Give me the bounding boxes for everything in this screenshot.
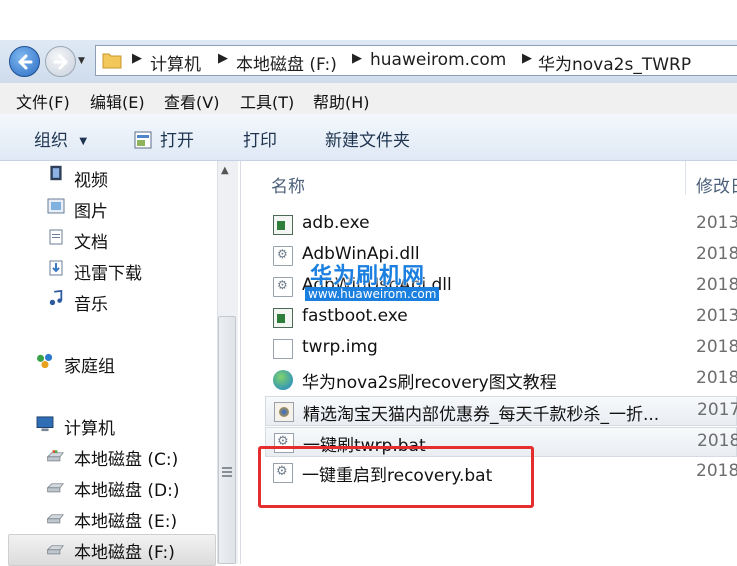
nav-item-drive-d[interactable]: 本地磁盘 (D:)	[74, 476, 180, 501]
file-date: 2018	[696, 368, 737, 388]
nav-item-computer[interactable]: 计算机	[64, 414, 115, 439]
img-file-icon	[273, 339, 293, 359]
chevron-down-icon: ▼	[79, 135, 88, 147]
download-library-icon	[49, 260, 63, 276]
menu-view[interactable]: 查看(V)	[164, 89, 219, 113]
file-date: 2018	[696, 275, 737, 295]
file-row[interactable]: twrp.img 2018	[265, 334, 737, 364]
file-name: 华为nova2s刷recovery图文教程	[302, 373, 557, 393]
system-drive-icon	[46, 450, 64, 462]
back-arrow-icon	[18, 54, 32, 69]
video-library-icon	[50, 165, 62, 181]
menu-edit[interactable]: 编辑(E)	[90, 89, 145, 113]
nav-item-drive-f[interactable]: 本地磁盘 (F:)	[74, 538, 175, 563]
open-icon	[134, 131, 152, 149]
file-date: 2013	[696, 306, 737, 326]
drive-icon	[46, 514, 64, 524]
recent-pages-dropdown-icon[interactable]: ▼	[78, 56, 88, 66]
scroll-up-icon[interactable]: ▲	[221, 165, 229, 176]
nav-item-pictures[interactable]: 图片	[74, 197, 108, 222]
breadcrumb-drive-f[interactable]: 本地磁盘 (F:)	[236, 50, 337, 75]
dll-icon	[273, 246, 293, 266]
highlight-annotation-box	[258, 446, 534, 508]
open-label: 打开	[160, 131, 194, 151]
file-row[interactable]: fastboot.exe 2013	[265, 303, 737, 333]
nav-item-xunlei-downloads[interactable]: 迅雷下载	[74, 259, 142, 284]
file-name: twrp.img	[302, 337, 378, 357]
dll-icon	[273, 277, 293, 297]
url-shortcut-icon	[274, 402, 294, 422]
file-date: 2017	[697, 400, 737, 420]
watermark-url: www.huaweirom.com	[305, 287, 440, 301]
music-library-icon	[49, 290, 63, 306]
menu-bar: 文件(F) 编辑(E) 查看(V) 工具(T) 帮助(H)	[0, 83, 737, 114]
menu-help[interactable]: 帮助(H)	[313, 89, 370, 113]
forward-arrow-icon	[53, 54, 67, 69]
command-bar: 组织 ▼ 打开 打印 新建文件夹	[0, 114, 737, 161]
nav-item-drive-e[interactable]: 本地磁盘 (E:)	[74, 507, 177, 532]
breadcrumb-huaweirom[interactable]: huaweirom.com	[370, 50, 506, 70]
drive-icon	[46, 483, 64, 493]
file-date: 2018	[697, 431, 737, 451]
file-date: 2018	[696, 461, 737, 481]
file-row-hover[interactable]: 精选淘宝天猫内部优惠券_每天千款秒杀_一折... 2017	[265, 396, 737, 426]
breadcrumb-current-folder[interactable]: 华为nova2s_TWRP	[538, 50, 691, 75]
breadcrumb-computer[interactable]: 计算机	[150, 50, 201, 75]
exe-icon	[273, 308, 293, 328]
breadcrumb-separator-icon[interactable]: ▶	[218, 51, 228, 66]
column-divider[interactable]	[685, 161, 686, 195]
nav-item-documents[interactable]: 文档	[74, 228, 108, 253]
watermark-title: 华为刷机网	[310, 264, 426, 289]
column-header-name[interactable]: 名称	[271, 172, 305, 197]
new-folder-button[interactable]: 新建文件夹	[325, 126, 410, 151]
breadcrumb-separator-icon[interactable]: ▶	[132, 51, 142, 66]
breadcrumb-separator-icon[interactable]: ▶	[522, 51, 532, 66]
breadcrumb-separator-icon[interactable]: ▶	[352, 51, 362, 66]
nav-scrollbar-thumb[interactable]	[218, 316, 236, 564]
homegroup-icon	[37, 353, 53, 369]
folder-icon	[102, 53, 122, 69]
scrollbar-grip-icon	[222, 467, 232, 479]
file-date: 2018	[696, 244, 737, 264]
nav-item-videos[interactable]: 视频	[74, 166, 108, 191]
file-row[interactable]: 华为nova2s刷recovery图文教程 2018	[265, 365, 737, 395]
file-name: 精选淘宝天猫内部优惠券_每天千款秒杀_一折...	[303, 405, 660, 425]
file-name: fastboot.exe	[302, 306, 408, 326]
back-button[interactable]	[9, 46, 40, 77]
nav-item-homegroup[interactable]: 家庭组	[64, 352, 115, 377]
print-button[interactable]: 打印	[243, 126, 277, 151]
exe-icon	[273, 215, 293, 235]
organize-label: 组织	[34, 131, 68, 151]
menu-file[interactable]: 文件(F)	[16, 89, 70, 113]
organize-button[interactable]: 组织 ▼	[34, 126, 87, 151]
documents-library-icon	[49, 229, 63, 245]
computer-icon	[36, 416, 54, 432]
nav-item-drive-c[interactable]: 本地磁盘 (C:)	[74, 445, 178, 470]
file-date: 2018	[696, 337, 737, 357]
address-box[interactable]: ▶ 计算机 ▶ 本地磁盘 (F:) ▶ huaweirom.com ▶ 华为no…	[95, 45, 737, 76]
nav-item-music[interactable]: 音乐	[74, 290, 108, 315]
drive-icon	[46, 545, 64, 555]
column-header-modified[interactable]: 修改日	[696, 172, 737, 197]
menu-tools[interactable]: 工具(T)	[240, 89, 294, 113]
open-button[interactable]: 打开	[134, 126, 194, 151]
file-date: 2013	[696, 213, 737, 233]
file-row[interactable]: adb.exe 2013	[265, 210, 737, 240]
pictures-library-icon	[47, 198, 65, 214]
globe-icon	[273, 370, 293, 390]
file-name: adb.exe	[302, 213, 370, 233]
forward-button[interactable]	[45, 46, 76, 77]
